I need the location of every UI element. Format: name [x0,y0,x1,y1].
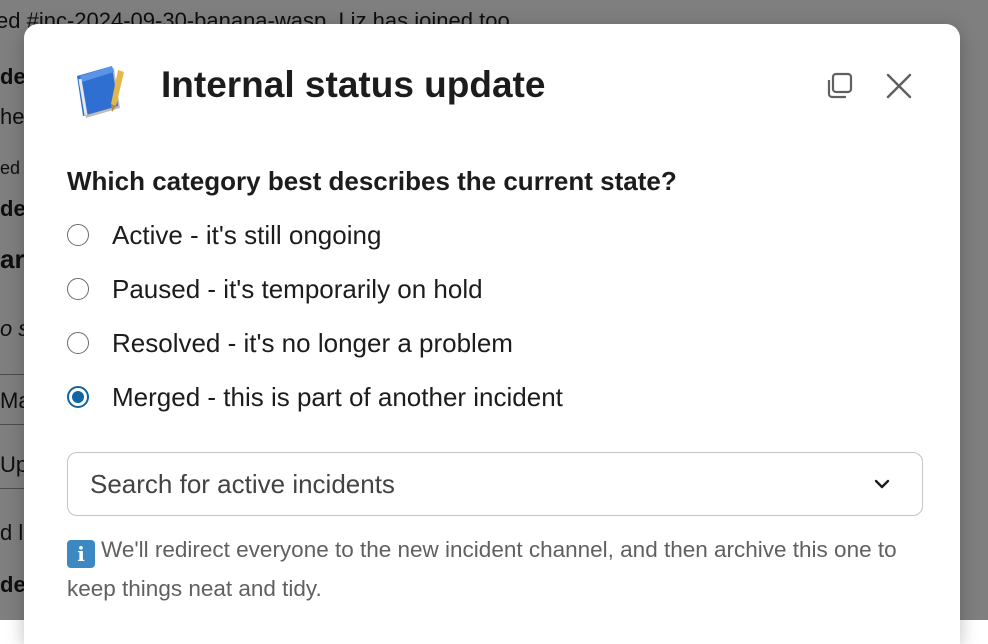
radio-label: Merged - this is part of another inciden… [112,381,563,412]
category-question: Which category best describes the curren… [67,166,677,196]
expand-icon [827,72,853,99]
incident-search-select[interactable]: Search for active incidents [67,452,923,516]
notebook-icon [68,58,132,122]
radio-option-paused[interactable]: Paused - it's temporarily on hold [67,262,927,316]
radio-option-resolved[interactable]: Resolved - it's no longer a problem [67,316,927,370]
info-text: We'll redirect everyone to the new incid… [67,537,897,601]
status-update-modal: Internal status update Which category be… [24,24,960,644]
radio-label: Active - it's still ongoing [112,219,382,250]
radio-option-active[interactable]: Active - it's still ongoing [67,208,927,262]
expand-button[interactable] [819,66,859,106]
radio-button[interactable] [67,332,89,354]
category-radio-group: Active - it's still ongoing Paused - it'… [67,208,927,424]
select-placeholder: Search for active incidents [90,468,395,499]
chevron-down-icon [870,472,894,496]
radio-selected-dot [72,391,84,403]
close-button[interactable] [879,66,919,106]
modal-header: Internal status update [24,24,960,144]
radio-button-selected[interactable] [67,386,89,408]
radio-option-merged[interactable]: Merged - this is part of another inciden… [67,370,927,424]
merge-info-note: i We'll redirect everyone to the new inci… [67,530,927,608]
radio-label: Resolved - it's no longer a problem [112,327,513,358]
radio-button[interactable] [67,224,89,246]
modal-title: Internal status update [161,64,546,105]
close-icon [886,73,912,99]
radio-button[interactable] [67,278,89,300]
information-icon: i [67,540,95,568]
radio-label: Paused - it's temporarily on hold [112,273,483,304]
